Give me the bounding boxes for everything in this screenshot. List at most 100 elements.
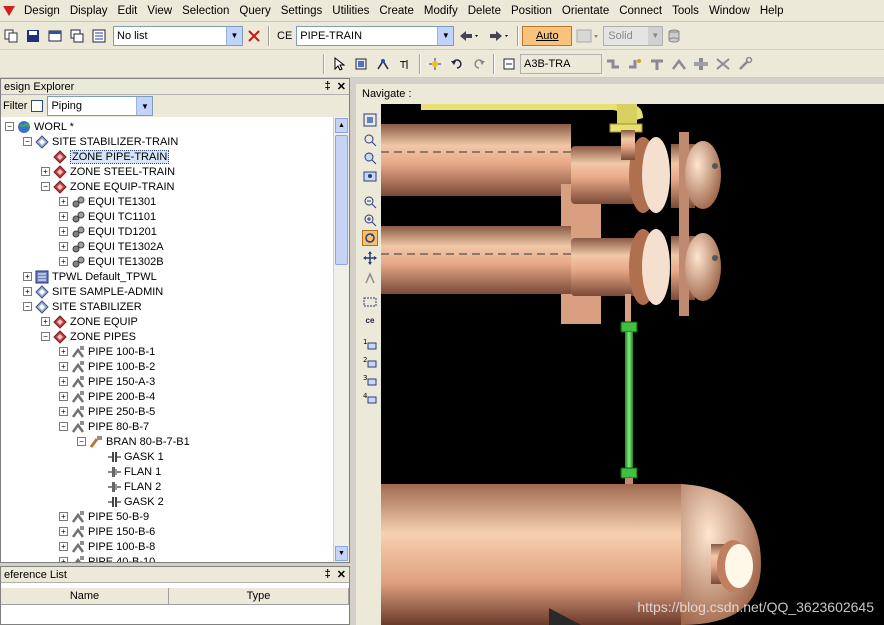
rotate-icon[interactable] <box>362 230 378 246</box>
chevron-down-icon[interactable]: ▼ <box>136 97 153 115</box>
tree-node[interactable]: + PIPE 40-B-10 <box>59 554 155 562</box>
pipe-tool-icon[interactable] <box>373 54 393 74</box>
tree-node[interactable]: GASK 2 <box>95 494 164 509</box>
tree-node[interactable]: − ZONE EQUIP-TRAIN <box>41 179 175 194</box>
zoom-out-icon[interactable] <box>362 194 378 210</box>
select-box-icon[interactable] <box>351 54 371 74</box>
flange-icon[interactable] <box>691 54 711 74</box>
scroll-up-icon[interactable]: ▲ <box>335 118 348 133</box>
highlight-icon[interactable] <box>425 54 445 74</box>
pan-icon[interactable] <box>362 250 378 266</box>
tree-node[interactable]: + EQUI TC1101 <box>59 209 156 224</box>
valve-icon[interactable] <box>713 54 733 74</box>
expand-icon[interactable]: + <box>59 242 68 251</box>
expand-icon[interactable]: + <box>59 527 68 536</box>
expand-icon[interactable]: + <box>59 557 68 562</box>
tree-node[interactable]: + SITE SAMPLE-ADMIN <box>23 284 163 299</box>
menu-design[interactable]: Design <box>19 0 65 22</box>
filter-select[interactable]: Piping ▼ <box>47 96 154 116</box>
menu-delete[interactable]: Delete <box>463 0 506 22</box>
tree-node[interactable]: − PIPE 80-B-7 <box>59 419 149 434</box>
tree-node[interactable]: + EQUI TE1302A <box>59 239 164 254</box>
tree-node[interactable]: − SITE STABILIZER-TRAIN <box>23 134 178 149</box>
expand-icon[interactable]: + <box>59 512 68 521</box>
filter-checkbox[interactable] <box>31 100 44 112</box>
chevron-down-icon[interactable]: ▼ <box>437 26 454 45</box>
column-header-type[interactable]: Type <box>169 588 349 604</box>
expand-icon[interactable]: + <box>59 212 68 221</box>
walk-icon[interactable] <box>362 270 378 286</box>
expand-icon[interactable]: + <box>59 227 68 236</box>
tree-node[interactable]: − SITE STABILIZER <box>23 299 142 314</box>
tree-node[interactable]: + PIPE 50-B-9 <box>59 509 149 524</box>
copy-icon[interactable] <box>1 26 21 46</box>
saved-view-1-icon[interactable]: 1 <box>362 336 378 352</box>
menu-view[interactable]: View <box>142 0 177 22</box>
window-tile-icon[interactable] <box>67 26 87 46</box>
tree-node[interactable]: + PIPE 100-B-1 <box>59 344 155 359</box>
color-picker-icon[interactable] <box>574 26 602 46</box>
menu-settings[interactable]: Settings <box>276 0 328 22</box>
text-tool-icon[interactable]: T <box>395 54 415 74</box>
zoom-in-icon[interactable] <box>362 212 378 228</box>
chevron-down-icon[interactable]: ▼ <box>648 26 663 45</box>
ce-select[interactable]: PIPE-TRAIN ▼ <box>296 25 455 46</box>
close-icon[interactable]: ✕ <box>337 80 346 93</box>
tree-node[interactable]: + PIPE 250-B-5 <box>59 404 155 419</box>
collapse-icon[interactable]: − <box>41 182 50 191</box>
expand-icon[interactable]: + <box>59 362 68 371</box>
chevron-down-icon[interactable]: ▼ <box>226 26 242 45</box>
menu-edit[interactable]: Edit <box>113 0 143 22</box>
saved-view-4-icon[interactable]: 4 <box>362 390 378 406</box>
list-select[interactable]: No list ▼ <box>113 25 243 46</box>
spec-icon[interactable] <box>499 54 519 74</box>
expand-icon[interactable]: + <box>23 287 32 296</box>
menu-help[interactable]: Help <box>755 0 789 22</box>
tree-node[interactable]: − ZONE PIPES <box>41 329 136 344</box>
tree-node[interactable]: + PIPE 200-B-4 <box>59 389 155 404</box>
database-icon[interactable] <box>664 26 684 46</box>
3d-viewport[interactable]: https://blog.csdn.net/QQ_3623602645 <box>381 104 884 625</box>
scroll-down-icon[interactable]: ▼ <box>335 546 348 561</box>
close-icon[interactable]: ✕ <box>337 568 346 581</box>
expand-icon[interactable]: + <box>59 257 68 266</box>
redo-icon[interactable] <box>469 54 489 74</box>
column-header-name[interactable]: Name <box>1 588 169 604</box>
undo-icon[interactable] <box>447 54 467 74</box>
pointer-icon[interactable] <box>329 54 349 74</box>
expand-icon[interactable]: + <box>41 167 50 176</box>
ce-view-icon[interactable]: ce <box>362 312 378 328</box>
pin-icon[interactable]: ‡ <box>325 80 331 93</box>
auto-button[interactable]: Auto <box>522 25 573 46</box>
spec-field[interactable]: A3B-TRA <box>520 53 602 74</box>
collapse-icon[interactable]: − <box>59 422 68 431</box>
zoom-window-icon[interactable] <box>362 132 378 148</box>
tree-node[interactable]: + PIPE 100-B-2 <box>59 359 155 374</box>
camera-icon[interactable] <box>362 168 378 184</box>
collapse-icon[interactable]: − <box>23 137 32 146</box>
branch-icon[interactable] <box>669 54 689 74</box>
pipe-fitting-icon[interactable] <box>603 54 623 74</box>
window-icon[interactable] <box>45 26 65 46</box>
expand-icon[interactable]: + <box>59 197 68 206</box>
collapse-icon[interactable]: − <box>41 332 50 341</box>
spanner-icon[interactable] <box>735 54 755 74</box>
menu-display[interactable]: Display <box>65 0 113 22</box>
tree-node[interactable]: FLAN 2 <box>95 479 161 494</box>
menu-modify[interactable]: Modify <box>419 0 463 22</box>
tree-node[interactable]: + EQUI TD1201 <box>59 224 157 239</box>
menu-selection[interactable]: Selection <box>177 0 234 22</box>
hierarchy-tree[interactable]: − WORL * − SITE STABILIZER-TRAIN ZONE PIPE-T… <box>1 117 335 562</box>
scrollbar-thumb[interactable] <box>335 135 348 265</box>
tee-icon[interactable] <box>647 54 667 74</box>
back-arrow-icon[interactable] <box>455 26 483 46</box>
list-icon[interactable] <box>89 26 109 46</box>
clip-box-icon[interactable] <box>362 294 378 310</box>
tree-node[interactable]: + PIPE 150-B-6 <box>59 524 155 539</box>
menu-create[interactable]: Create <box>374 0 419 22</box>
menu-tools[interactable]: Tools <box>667 0 704 22</box>
expand-icon[interactable]: + <box>41 317 50 326</box>
tree-node[interactable]: FLAN 1 <box>95 464 161 479</box>
render-mode-select[interactable]: Solid ▼ <box>603 25 664 46</box>
menu-query[interactable]: Query <box>234 0 275 22</box>
